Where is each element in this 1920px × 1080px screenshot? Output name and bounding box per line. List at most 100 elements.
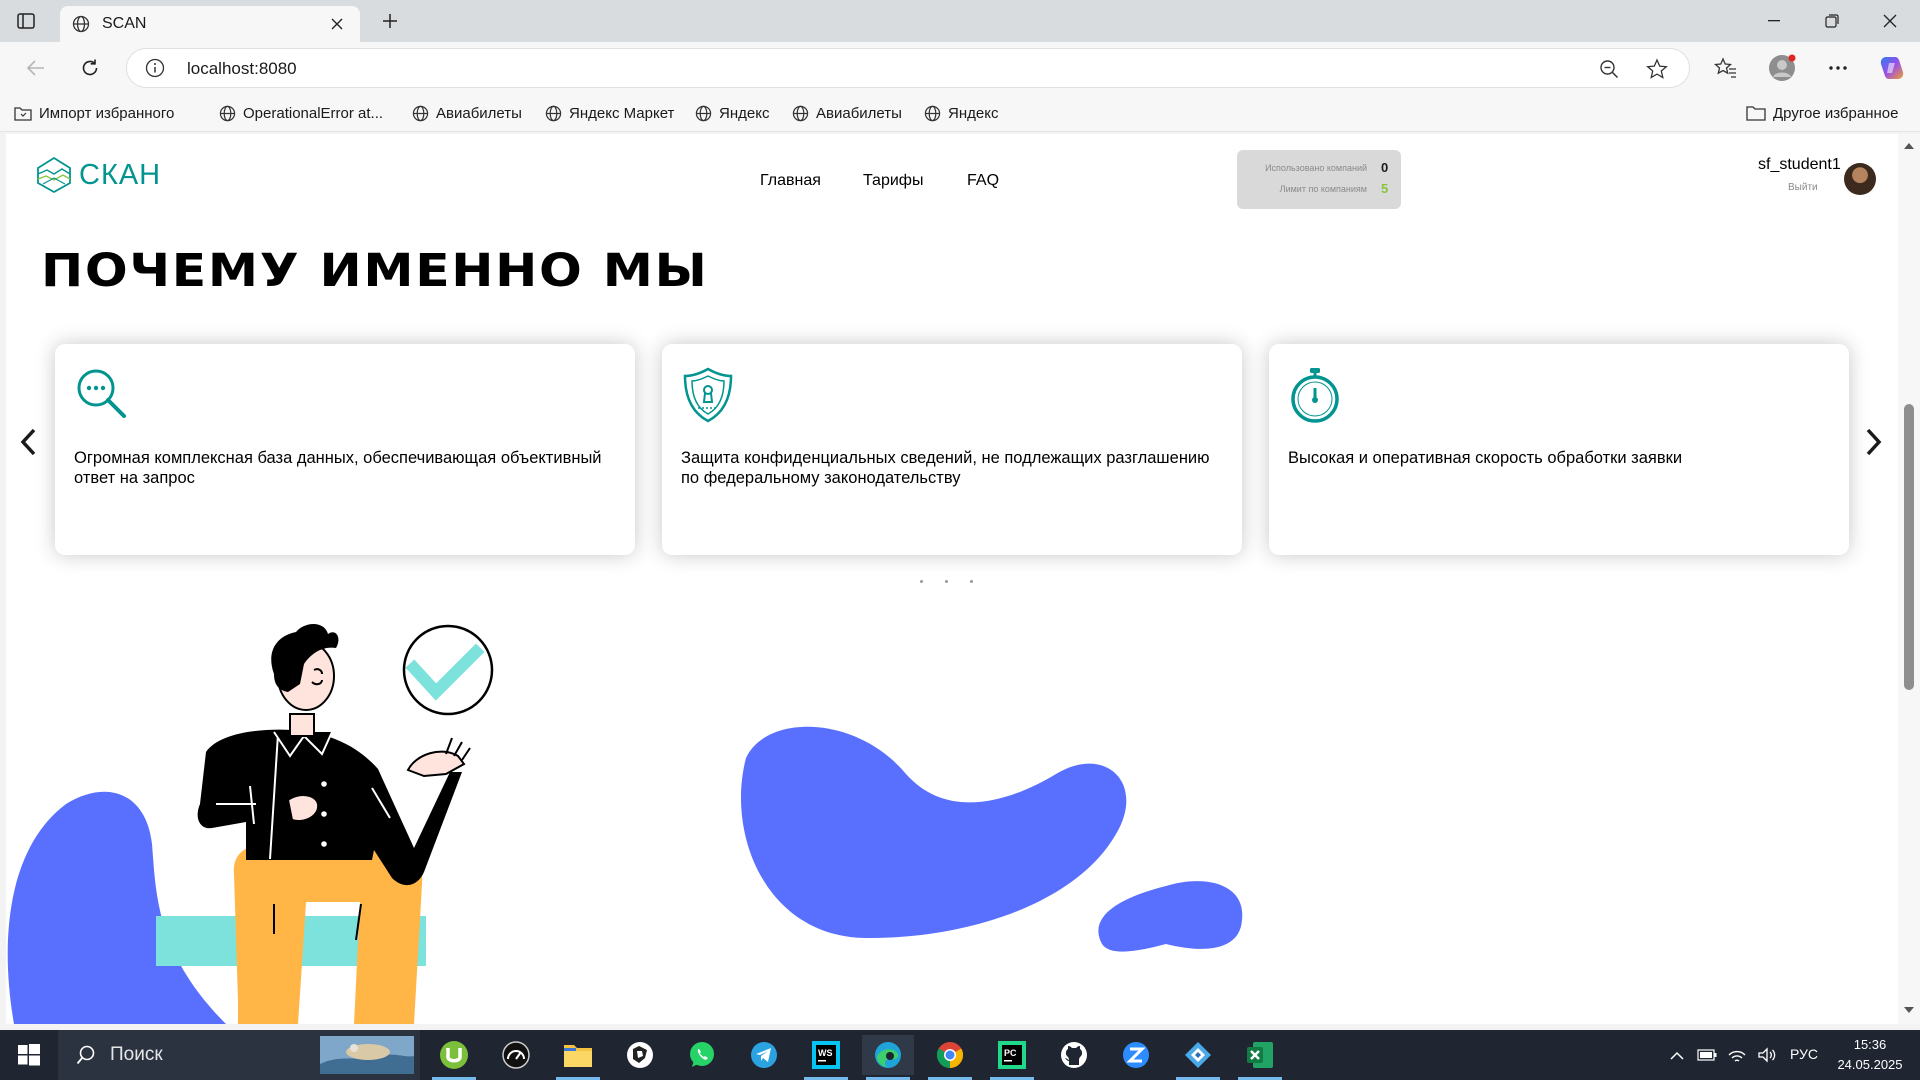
volume-icon[interactable] [1756, 1045, 1778, 1065]
favorites-icon[interactable] [1710, 52, 1742, 84]
zoom-out-icon[interactable] [1597, 57, 1621, 81]
reload-icon[interactable] [74, 52, 106, 84]
blue-blob-left [7, 791, 226, 1024]
section-title: ПОЧЕМУ ИМЕННО МЫ [41, 244, 709, 297]
bookmark-other-favorites[interactable]: Другое избранное [1746, 102, 1898, 124]
scroll-up-icon [1904, 143, 1914, 149]
stopwatch-icon [1288, 366, 1342, 424]
used-companies-value: 0 [1381, 160, 1389, 175]
star-icon[interactable] [1645, 57, 1669, 81]
feature-card-text: Высокая и оперативная скорость обработки… [1288, 449, 1683, 467]
company-limit-label: Лимит по компаниям [1279, 184, 1367, 194]
tab-actions-icon[interactable] [12, 9, 40, 33]
feature-card-text: Защита конфиденциальных сведений, не под… [681, 449, 1210, 487]
feature-card-security: Защита конфиденциальных сведений, не под… [662, 344, 1242, 555]
company-limit-value: 5 [1381, 181, 1389, 196]
page-scrollbar[interactable] [1898, 134, 1920, 1024]
wifi-icon[interactable] [1726, 1045, 1748, 1065]
taskbar-excel-icon[interactable] [1234, 1035, 1286, 1080]
search-placeholder: Поиск [110, 1044, 163, 1065]
taskbar-utorrent-icon[interactable] [428, 1035, 480, 1080]
tab-title: SCAN [102, 15, 147, 32]
blue-blob-small [1098, 881, 1243, 952]
used-companies-label: Использовано компаний [1265, 163, 1367, 173]
globe-icon [924, 105, 941, 121]
globe-icon [695, 105, 712, 121]
folder-icon [1746, 106, 1766, 121]
bookmarks-bar: Импорт избранного OperationalError at...… [0, 94, 1920, 132]
taskbar-zoom-icon[interactable] [1110, 1035, 1162, 1075]
carousel-dots [920, 580, 973, 583]
input-language[interactable]: РУС [1790, 1046, 1818, 1062]
web-page: СКАН Главная Тарифы FAQ Использовано ком… [6, 134, 1898, 1024]
globe-icon [219, 105, 236, 121]
taskbar-github-icon[interactable] [1048, 1035, 1100, 1075]
globe-icon [72, 15, 90, 33]
close-icon[interactable] [326, 13, 348, 35]
nav-link-faq[interactable]: FAQ [967, 172, 999, 190]
carousel-dot[interactable] [970, 580, 973, 583]
site-info-icon[interactable] [145, 58, 165, 78]
taskbar-chrome-icon[interactable] [924, 1035, 976, 1080]
copilot-icon[interactable] [1876, 52, 1908, 84]
bookmark-yandex-market[interactable]: Яндекс Маркет [545, 102, 674, 124]
carousel-prev-icon[interactable] [14, 422, 42, 462]
shield-lock-icon [681, 366, 735, 424]
minimize-icon[interactable] [1750, 6, 1798, 36]
hero-illustration [7, 624, 1243, 1024]
svg-text:PC: PC [1004, 1048, 1017, 1058]
bookmark-yandex-2[interactable]: Яндекс [924, 102, 998, 124]
feature-card-speed: Высокая и оперативная скорость обработки… [1269, 344, 1849, 555]
nav-link-home[interactable]: Главная [760, 172, 821, 190]
globe-icon [545, 105, 562, 121]
carousel-dot[interactable] [945, 580, 948, 583]
bookmark-aviabilety-1[interactable]: Авиабилеты [412, 102, 522, 124]
taskbar-webstorm-icon[interactable]: WS [800, 1035, 852, 1080]
nav-link-tariffs[interactable]: Тарифы [863, 172, 923, 190]
user-name: sf_student1 [1758, 156, 1841, 173]
tab-bar: SCAN [0, 0, 1920, 42]
windows-start-icon[interactable] [0, 1030, 58, 1080]
taskbar-file-explorer-icon[interactable] [552, 1035, 604, 1080]
globe-icon [412, 105, 429, 121]
logo-text: СКАН [79, 158, 162, 191]
address-text[interactable]: localhost:8080 [187, 59, 297, 79]
taskbar-pixel-app-icon[interactable] [614, 1035, 666, 1075]
address-bar[interactable]: localhost:8080 [126, 48, 1690, 88]
bookmark-operational-error[interactable]: OperationalError at... [219, 102, 383, 124]
search-highlight-image [320, 1036, 414, 1074]
battery-icon[interactable] [1696, 1045, 1718, 1065]
new-tab-button[interactable] [376, 9, 404, 33]
feature-card-database: Огромная комплексная база данных, обеспе… [55, 344, 635, 555]
carousel-next-icon[interactable] [1860, 422, 1888, 462]
taskbar-edge-icon[interactable] [862, 1035, 914, 1080]
bookmark-yandex-1[interactable]: Яндекс [695, 102, 769, 124]
globe-icon [792, 105, 809, 121]
scroll-down-icon [1904, 1007, 1914, 1013]
close-window-icon[interactable] [1866, 6, 1914, 36]
bookmark-aviabilety-2[interactable]: Авиабилеты [792, 102, 902, 124]
clock[interactable]: 15:36 24.05.2025 [1834, 1035, 1906, 1075]
taskbar-whatsapp-icon[interactable] [676, 1035, 728, 1075]
magnifier-dots-icon [74, 366, 130, 422]
more-icon[interactable] [1822, 52, 1854, 84]
taskbar-telegram-icon[interactable] [738, 1035, 790, 1075]
carousel-dot[interactable] [920, 580, 923, 583]
taskbar-vpn-icon[interactable] [1172, 1035, 1224, 1080]
back-icon[interactable] [20, 52, 52, 84]
taskbar: Поиск WS PC РУС 15:36 24.05.2025 [0, 1030, 1920, 1080]
bookmark-import-favorites[interactable]: Импорт избранного [14, 102, 174, 124]
tray-chevron-up-icon[interactable] [1666, 1045, 1688, 1065]
avatar [1844, 163, 1876, 195]
tab-scan[interactable]: SCAN [60, 6, 360, 42]
taskbar-pycharm-icon[interactable]: PC [986, 1035, 1038, 1080]
logout-link[interactable]: Выйти [1788, 182, 1818, 193]
restore-icon[interactable] [1808, 6, 1856, 36]
scrollbar-thumb[interactable] [1904, 404, 1914, 690]
profile-icon[interactable] [1766, 52, 1798, 84]
taskbar-speedometer-icon[interactable] [490, 1035, 542, 1075]
logo[interactable]: СКАН [35, 156, 161, 194]
taskbar-search[interactable]: Поиск [58, 1030, 420, 1080]
logo-icon [37, 156, 71, 194]
navigation-bar: localhost:8080 [0, 42, 1920, 94]
